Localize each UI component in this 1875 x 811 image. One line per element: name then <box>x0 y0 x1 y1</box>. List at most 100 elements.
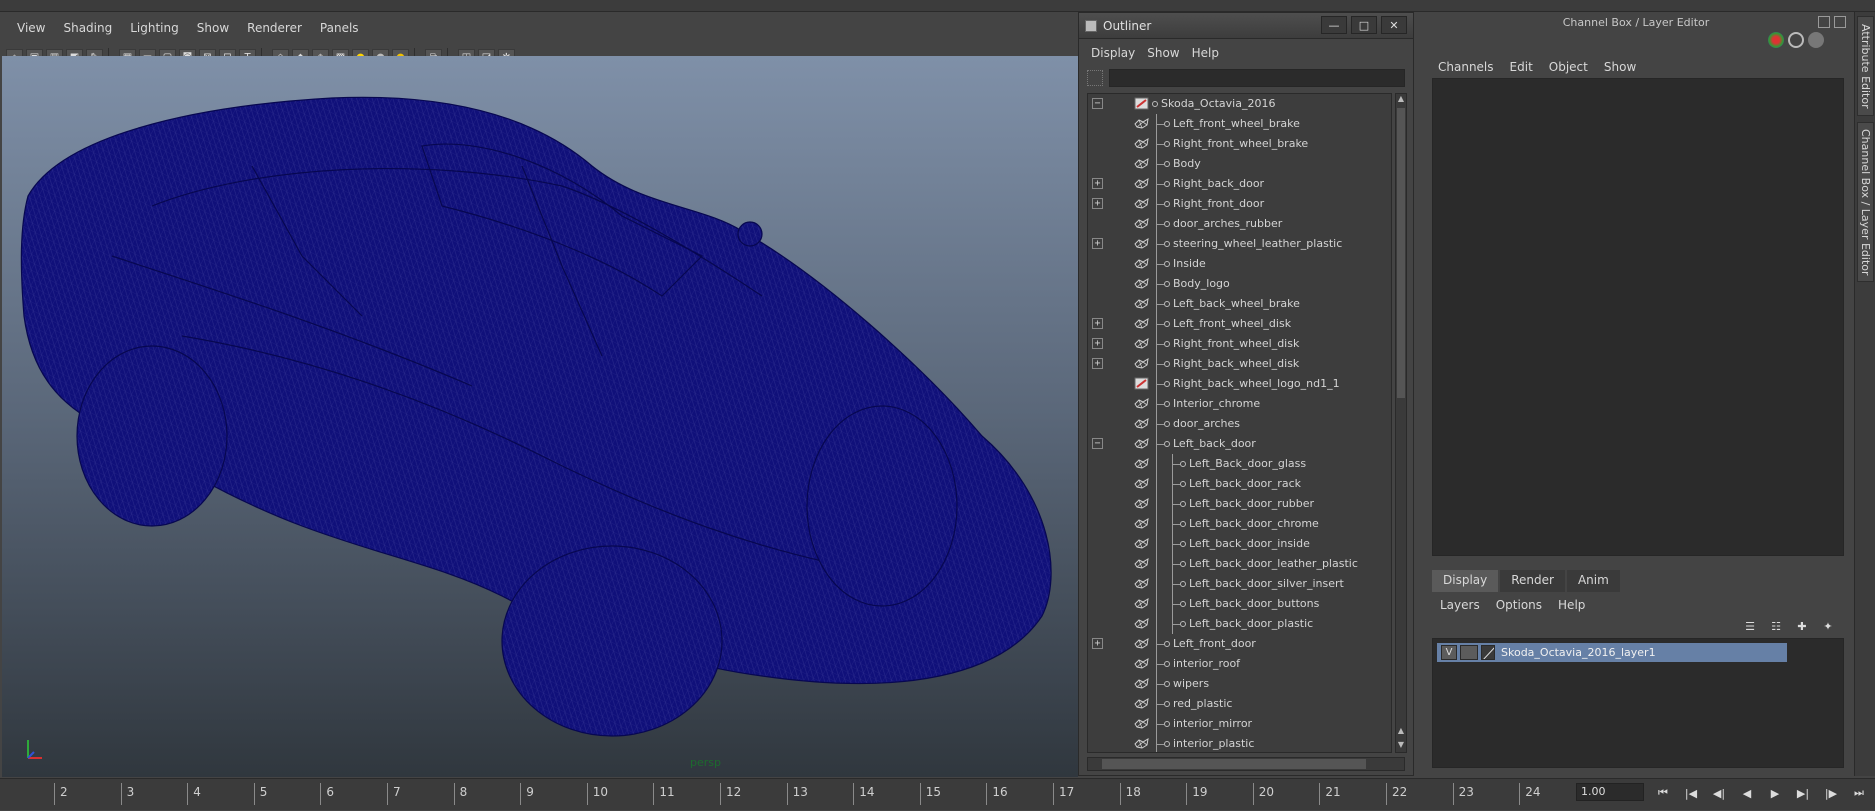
filter-icon[interactable] <box>1087 70 1103 86</box>
outliner-menu-show[interactable]: Show <box>1141 46 1185 60</box>
outliner-row[interactable]: + steering_wheel_leather_plastic <box>1088 234 1391 254</box>
outliner-horizontal-scrollbar[interactable] <box>1087 757 1405 771</box>
step-forward-key-button[interactable]: |▶ <box>1820 785 1842 801</box>
menu-object[interactable]: Object <box>1541 60 1596 74</box>
tab-anim[interactable]: Anim <box>1566 570 1620 592</box>
layer-row[interactable]: V Skoda_Octavia_2016_layer1 <box>1437 643 1787 662</box>
expand-icon[interactable]: + <box>1092 358 1103 369</box>
maximize-button[interactable]: □ <box>1351 16 1377 34</box>
menu-options[interactable]: Options <box>1488 598 1550 612</box>
layer-color-swatch-icon[interactable] <box>1481 645 1495 660</box>
outliner-row[interactable]: wipers <box>1088 674 1391 694</box>
outliner-menu-display[interactable]: Display <box>1085 46 1141 60</box>
menu-renderer[interactable]: Renderer <box>238 21 311 35</box>
outliner-search-input[interactable] <box>1109 69 1405 87</box>
expand-icon[interactable]: + <box>1092 238 1103 249</box>
float-panel-icon[interactable] <box>1818 16 1830 28</box>
scroll-down-icon[interactable]: ▼ <box>1396 740 1406 752</box>
outliner-row[interactable]: Inside <box>1088 254 1391 274</box>
menu-show[interactable]: Show <box>188 21 238 35</box>
scroll-up-icon[interactable]: ▲ <box>1396 94 1406 106</box>
layer-visibility-toggle[interactable]: V <box>1441 645 1457 660</box>
outliner-row[interactable]: Left_back_door_chrome <box>1088 514 1391 534</box>
outliner-row[interactable]: + Right_front_door <box>1088 194 1391 214</box>
scrollbar-thumb[interactable] <box>1102 759 1366 769</box>
outliner-row[interactable]: Right_front_wheel_brake <box>1088 134 1391 154</box>
outliner-row[interactable]: + Right_front_wheel_disk <box>1088 334 1391 354</box>
outliner-row[interactable]: Left_front_wheel_brake <box>1088 114 1391 134</box>
outliner-row[interactable]: + Left_front_door <box>1088 634 1391 654</box>
outliner-row[interactable]: interior_plastic <box>1088 734 1391 752</box>
outliner-row[interactable]: Left_back_door_buttons <box>1088 594 1391 614</box>
outliner-row[interactable]: Body_logo <box>1088 274 1391 294</box>
menu-show[interactable]: Show <box>1596 60 1644 74</box>
speed-icon[interactable] <box>1788 32 1804 48</box>
move-layer-up-icon[interactable]: ☰ <box>1740 618 1760 634</box>
outliner-row[interactable]: Left_Back_door_glass <box>1088 454 1391 474</box>
outliner-row[interactable]: Body <box>1088 154 1391 174</box>
outliner-titlebar[interactable]: Outliner — □ ✕ <box>1079 13 1413 39</box>
collapse-icon[interactable]: − <box>1092 438 1103 449</box>
step-back-key-button[interactable]: |◀ <box>1680 785 1702 801</box>
new-layer-selected-icon[interactable]: ✦ <box>1818 618 1838 634</box>
perspective-viewport[interactable]: persp <box>2 56 1078 777</box>
tab-render[interactable]: Render <box>1500 570 1565 592</box>
collapse-icon[interactable]: − <box>1092 98 1103 109</box>
tab-display[interactable]: Display <box>1432 570 1499 592</box>
layer-display-type-toggle[interactable] <box>1460 645 1478 660</box>
menu-help[interactable]: Help <box>1550 598 1593 612</box>
outliner-row[interactable]: door_arches <box>1088 414 1391 434</box>
outliner-menu-help[interactable]: Help <box>1186 46 1225 60</box>
outliner-row[interactable]: interior_mirror <box>1088 714 1391 734</box>
move-layer-down-icon[interactable]: ☷ <box>1766 618 1786 634</box>
outliner-row[interactable]: Left_back_wheel_brake <box>1088 294 1391 314</box>
scroll-up-icon[interactable]: ▲ <box>1396 726 1406 738</box>
go-to-start-button[interactable]: ⏮ <box>1652 785 1674 801</box>
outliner-row[interactable]: Left_back_door_leather_plastic <box>1088 554 1391 574</box>
outliner-row[interactable]: Left_back_door_silver_insert <box>1088 574 1391 594</box>
outliner-row[interactable]: + Left_front_wheel_disk <box>1088 314 1391 334</box>
panel-divider[interactable] <box>1432 558 1844 568</box>
outliner-vertical-scrollbar[interactable]: ▲ ▲ ▼ <box>1395 93 1407 753</box>
menu-channels[interactable]: Channels <box>1430 60 1502 74</box>
menu-panels[interactable]: Panels <box>311 21 368 35</box>
expand-icon[interactable]: + <box>1092 198 1103 209</box>
play-forwards-button[interactable]: ▶ <box>1764 785 1786 801</box>
menu-shading[interactable]: Shading <box>54 21 121 35</box>
step-back-frame-button[interactable]: ◀| <box>1708 785 1730 801</box>
outliner-row[interactable]: Interior_chrome <box>1088 394 1391 414</box>
outliner-row[interactable]: Left_back_door_plastic <box>1088 614 1391 634</box>
outliner-row[interactable]: + Right_back_door <box>1088 174 1391 194</box>
pick-icon[interactable] <box>1808 32 1824 48</box>
outliner-row[interactable]: + Right_back_wheel_disk <box>1088 354 1391 374</box>
outliner-row[interactable]: Left_back_door_inside <box>1088 534 1391 554</box>
scrollbar-thumb[interactable] <box>1397 108 1405 398</box>
tab-attribute-editor[interactable]: Attribute Editor <box>1857 16 1874 116</box>
outliner-row[interactable]: door_arches_rubber <box>1088 214 1391 234</box>
menu-layers[interactable]: Layers <box>1432 598 1488 612</box>
expand-icon[interactable]: + <box>1092 338 1103 349</box>
play-backwards-button[interactable]: ◀ <box>1736 785 1758 801</box>
menu-view[interactable]: View <box>8 21 54 35</box>
outliner-row[interactable]: interior_roof <box>1088 654 1391 674</box>
outliner-row[interactable]: Right_back_wheel_logo_nd1_1 <box>1088 374 1391 394</box>
time-slider[interactable]: 2 3 4 5 6 7 8 9 10 11 12 13 14 15 16 17 18 19 20 21 22 23 24 <box>44 783 1574 811</box>
manipulator-icon[interactable] <box>1768 32 1784 48</box>
step-forward-frame-button[interactable]: ▶| <box>1792 785 1814 801</box>
new-layer-icon[interactable]: ✚ <box>1792 618 1812 634</box>
close-panel-icon[interactable] <box>1834 16 1846 28</box>
tab-channel-box-layer-editor[interactable]: Channel Box / Layer Editor <box>1857 122 1874 282</box>
menu-lighting[interactable]: Lighting <box>121 21 188 35</box>
expand-icon[interactable]: + <box>1092 638 1103 649</box>
current-frame-field[interactable]: 1.00 <box>1576 783 1644 801</box>
outliner-row[interactable]: red_plastic <box>1088 694 1391 714</box>
minimize-button[interactable]: — <box>1321 16 1347 34</box>
close-button[interactable]: ✕ <box>1381 16 1407 34</box>
outliner-row[interactable]: − Left_back_door <box>1088 434 1391 454</box>
go-to-end-button[interactable]: ⏭ <box>1848 785 1870 801</box>
expand-icon[interactable]: + <box>1092 318 1103 329</box>
outliner-row[interactable]: Left_back_door_rack <box>1088 474 1391 494</box>
outliner-row[interactable]: − Skoda_Octavia_2016 <box>1088 94 1391 114</box>
expand-icon[interactable]: + <box>1092 178 1103 189</box>
outliner-row[interactable]: Left_back_door_rubber <box>1088 494 1391 514</box>
